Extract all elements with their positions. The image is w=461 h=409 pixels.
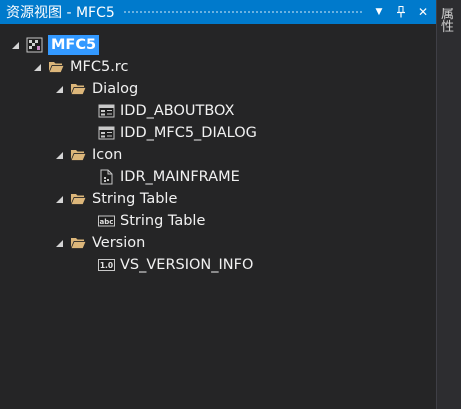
- pin-icon[interactable]: [392, 3, 410, 21]
- folder-open-icon: [70, 147, 87, 163]
- resource-tree: MFC5 MFC5.rc Dialog IDD_ABOUTBOX IDD_MFC…: [0, 24, 436, 409]
- icon-file-icon: [98, 169, 115, 185]
- tree-node-idd-mfc5-dialog[interactable]: IDD_MFC5_DIALOG: [98, 122, 257, 144]
- tree-node-label: IDD_ABOUTBOX: [120, 103, 235, 119]
- tree-node-rc-file[interactable]: MFC5.rc: [32, 56, 128, 78]
- project-icon: [26, 37, 43, 53]
- tree-node-string-table[interactable]: abc String Table: [98, 210, 205, 232]
- tree-node-label: Version: [92, 235, 146, 251]
- tree-node-folder-version[interactable]: Version: [54, 232, 145, 254]
- tree-node-label: MFC5: [48, 35, 100, 55]
- dialog-icon: [98, 103, 115, 119]
- panel-title: 资源视图 - MFC5: [6, 5, 115, 21]
- tree-node-idd-aboutbox[interactable]: IDD_ABOUTBOX: [98, 100, 234, 122]
- tree-node-label: IDR_MAINFRAME: [120, 169, 240, 185]
- folder-open-icon: [70, 235, 87, 251]
- expand-arrow-icon[interactable]: [10, 40, 20, 50]
- expand-arrow-icon[interactable]: [54, 84, 64, 94]
- panel-title-bar[interactable]: 资源视图 - MFC5 ▼ ✕: [0, 0, 436, 24]
- tree-node-label: MFC5.rc: [70, 59, 129, 75]
- resource-view-window: 资源视图 - MFC5 ▼ ✕ MFC5 MFC5.rc Dialog IDD_…: [0, 0, 461, 409]
- tree-node-folder-string-table[interactable]: String Table: [54, 188, 177, 210]
- tree-node-vs-version-info[interactable]: 1.0 VS_VERSION_INFO: [98, 254, 253, 276]
- expand-arrow-icon[interactable]: [54, 150, 64, 160]
- expand-arrow-icon[interactable]: [32, 62, 42, 72]
- tree-node-folder-dialog[interactable]: Dialog: [54, 78, 138, 100]
- close-icon[interactable]: ✕: [414, 3, 432, 21]
- folder-open-icon: [70, 81, 87, 97]
- tree-node-root[interactable]: MFC5: [10, 34, 100, 56]
- tree-node-label: String Table: [92, 191, 178, 207]
- folder-open-icon: [70, 191, 87, 207]
- version-icon: 1.0: [98, 257, 115, 273]
- tree-node-folder-icon[interactable]: Icon: [54, 144, 122, 166]
- tree-node-label: String Table: [120, 213, 206, 229]
- dropdown-icon[interactable]: ▼: [370, 3, 388, 21]
- expand-arrow-icon[interactable]: [54, 238, 64, 248]
- side-tab-properties[interactable]: 属性: [441, 8, 457, 34]
- tree-node-label: Icon: [92, 147, 123, 163]
- title-grip: [122, 9, 362, 15]
- version-icon-text: 1.0: [100, 261, 113, 270]
- side-tab-strip: 属性: [436, 0, 461, 409]
- folder-open-icon: [48, 59, 65, 75]
- tree-node-label: VS_VERSION_INFO: [120, 257, 254, 273]
- tree-node-label: Dialog: [92, 81, 139, 97]
- string-table-icon-text: abc: [100, 218, 114, 226]
- expand-arrow-icon[interactable]: [54, 194, 64, 204]
- tree-node-label: IDD_MFC5_DIALOG: [120, 125, 257, 141]
- tree-node-idr-mainframe[interactable]: IDR_MAINFRAME: [98, 166, 240, 188]
- dialog-icon: [98, 125, 115, 141]
- string-table-icon: abc: [98, 213, 115, 229]
